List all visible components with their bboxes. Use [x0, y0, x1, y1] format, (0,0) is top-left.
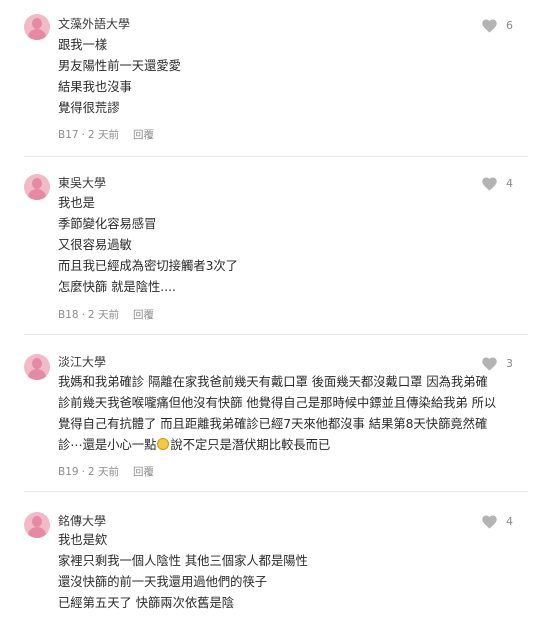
comment-line: 我也是: [58, 196, 95, 210]
comment-line: 診⋯還是小心一點 說不定只是潛伏期比較長而已: [58, 435, 528, 456]
comment-line: 覺得很荒謬: [58, 101, 120, 115]
comment-line: 而且我已經成為密切接觸者3次了: [58, 259, 238, 273]
divider: [24, 334, 528, 335]
like-count: 6: [506, 19, 513, 32]
like-button[interactable]: 6: [482, 18, 516, 34]
comment-line-part: 診⋯還是小心一點: [58, 438, 157, 452]
like-count: 3: [506, 357, 513, 370]
meta-separator: ·: [81, 466, 85, 478]
heart-icon: [482, 515, 497, 529]
comment-meta: B18 · 2 天前 回覆: [58, 309, 154, 322]
like-button[interactable]: 3: [482, 356, 516, 372]
floor-number: B19: [58, 466, 79, 478]
divider: [24, 491, 528, 492]
timestamp: 2 天前: [87, 309, 119, 321]
school-name[interactable]: 淡江大學: [58, 355, 106, 369]
meta-separator: ·: [81, 129, 85, 141]
floor-number: B17: [58, 129, 79, 141]
like-count: 4: [506, 177, 513, 190]
heart-icon: [482, 177, 497, 191]
comment-line: 男友陽性前一天還愛愛: [58, 59, 181, 73]
school-name[interactable]: 銘傳大學: [58, 514, 106, 528]
comment-line: 跟我一樣: [58, 38, 108, 52]
comment-line: 我也是欸: [58, 533, 108, 547]
floor-number: B18: [58, 309, 79, 321]
comment-line: 覺得自己有抗體了 而且距離我弟確診已經7天來他都沒事 結果第8天快篩竟然確: [58, 417, 488, 431]
comment-line: 家裡只剩我一個人陰性 其他三個家人都是陽性: [58, 554, 308, 568]
smile-emoji-icon: [157, 438, 170, 450]
comment-line: 我媽和我弟確診 隔離在家我爸前幾天有戴口罩 後面幾天都沒戴口罩 因為我弟確: [58, 375, 488, 389]
comment-line: 結果我也沒事: [58, 80, 132, 94]
comment-line: 怎麼快篩 就是陰性....: [58, 280, 176, 294]
comment-line: 季節變化容易感冒: [58, 217, 157, 231]
comment-line: 已經第五天了 快篩兩次依舊是陰: [58, 596, 235, 610]
comment-line: 還沒快篩的前一天我還用過他們的筷子: [58, 575, 268, 589]
school-name[interactable]: 文藻外語大學: [58, 17, 130, 31]
comment-line-part: 說不定只是潛伏期比較長而已: [170, 438, 331, 452]
like-count: 4: [506, 515, 513, 528]
reply-button[interactable]: 回覆: [133, 129, 154, 142]
avatar[interactable]: [24, 354, 50, 380]
heart-icon: [482, 357, 497, 371]
heart-icon: [482, 19, 497, 33]
avatar[interactable]: [24, 14, 50, 40]
comment-line: 又很容易過敏: [58, 238, 132, 252]
like-button[interactable]: 4: [482, 176, 516, 192]
comment-meta: B17 · 2 天前 回覆: [58, 129, 154, 142]
comment-meta: B19 · 2 天前 回覆: [58, 466, 154, 479]
reply-button[interactable]: 回覆: [133, 466, 154, 479]
reply-button[interactable]: 回覆: [133, 309, 154, 322]
timestamp: 2 天前: [87, 466, 119, 478]
avatar[interactable]: [24, 512, 50, 538]
avatar[interactable]: [24, 174, 50, 200]
divider: [24, 156, 528, 157]
school-name[interactable]: 東吳大學: [58, 176, 106, 190]
timestamp: 2 天前: [87, 129, 119, 141]
like-button[interactable]: 4: [482, 514, 516, 530]
meta-separator: ·: [81, 309, 85, 321]
comment-line: 診前幾天我爸喉嚨痛但他沒有快篩 他覺得自己是那時候中鏢並且傳染給我弟 所以: [58, 396, 497, 410]
